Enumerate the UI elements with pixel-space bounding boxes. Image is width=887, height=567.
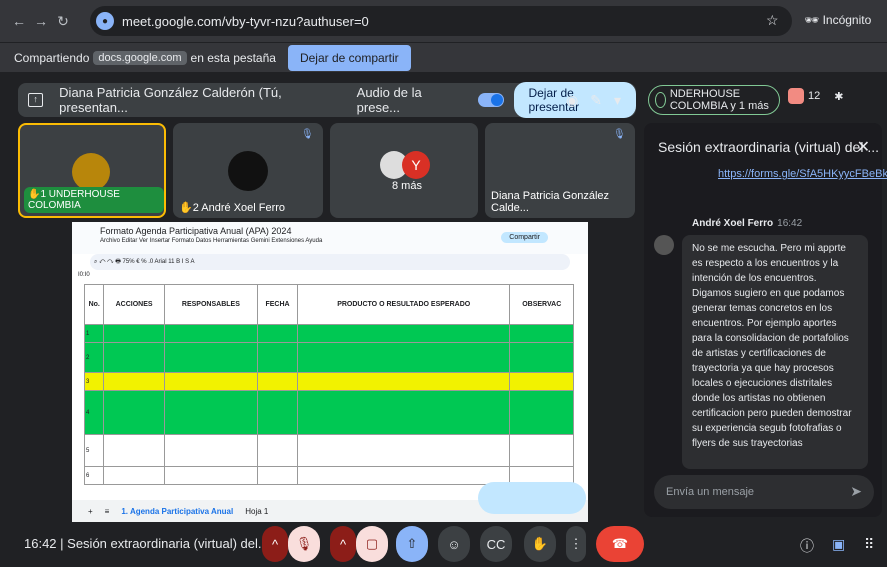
row-no: 3 <box>83 372 105 391</box>
sheet-table: No. ACCIONES RESPONSABLES FECHA PRODUCTO… <box>83 284 574 485</box>
emoji-button[interactable]: ☺ <box>438 526 470 562</box>
hand-icon <box>655 92 666 108</box>
tab-agenda[interactable]: 1. Agenda Participativa Anual <box>121 507 233 516</box>
camera-options-button[interactable]: ^ <box>330 526 356 562</box>
audio-label: Audio de la prese... <box>356 85 422 115</box>
hand-badge: ✋1 UNDERHOUSE COLOMBIA <box>24 187 164 213</box>
sheet-menu: Archivo Editar Ver Insertar Formato Dato… <box>100 238 323 244</box>
share-suffix: en esta pestaña <box>190 50 276 65</box>
avatar-y: Y <box>402 151 430 179</box>
header-observ: OBSERVAC <box>509 284 574 325</box>
add-sheet-icon[interactable]: + <box>88 507 93 516</box>
camera-toggle-button[interactable]: ▢ <box>356 526 388 562</box>
forward-icon[interactable]: → <box>30 13 52 29</box>
header-responsables: RESPONSABLES <box>163 284 259 325</box>
more-options-button[interactable]: ⋮ <box>566 526 586 562</box>
more-count: 8 más <box>392 180 422 192</box>
form-link[interactable]: https://forms.gle/SfA5HKyycFBeBkgm6 <box>718 167 887 181</box>
tile-underhouse[interactable]: ✋1 UNDERHOUSE COLOMBIA <box>18 123 166 218</box>
chat-icon[interactable]: ▣ <box>832 536 845 553</box>
row-no: 4 <box>83 390 105 435</box>
chat-panel: Sesión extraordinaria (virtual) del ... … <box>644 123 887 517</box>
chat-message: No se me escucha. Pero mi apprte es resp… <box>682 235 868 469</box>
meeting-time: 16:42 | Sesión extraordinaria (virtual) … <box>24 536 269 551</box>
raise-hand-button[interactable]: ✋ <box>524 526 556 562</box>
tile-andre[interactable]: ✋2 André Xoel Ferro 🎙 <box>173 123 323 218</box>
effects-icon[interactable]: ▾ <box>614 92 621 109</box>
avatar <box>228 151 268 191</box>
mic-off-icon: 🎙 <box>301 129 314 140</box>
mic-toggle-button[interactable]: 🎙 <box>288 526 320 562</box>
tab-hoja1[interactable]: Hoja 1 <box>245 507 268 516</box>
share-domain: docs.google.com <box>93 50 187 65</box>
audio-toggle[interactable] <box>478 93 505 107</box>
header-fecha: FECHA <box>257 284 298 325</box>
tile-label: ✋2 André Xoel Ferro <box>179 202 286 214</box>
sheets-list-icon[interactable]: ≡ <box>105 507 110 516</box>
sheet-title: Formato Agenda Participativa Anual (APA)… <box>100 226 292 236</box>
sheet-floating-controls[interactable] <box>478 482 586 514</box>
header-acciones: ACCIONES <box>103 284 165 325</box>
record-icon[interactable]: ◉ <box>566 92 578 109</box>
tile-diana[interactable]: Diana Patricia González Calde... 🎙 <box>485 123 635 218</box>
info-icon[interactable]: ⓘ <box>800 536 814 556</box>
back-icon[interactable]: ← <box>8 13 30 29</box>
mic-options-button[interactable]: ^ <box>262 526 288 562</box>
header-no: No. <box>83 284 105 325</box>
apps-icon[interactable]: ⠿ <box>864 536 874 553</box>
participant-count[interactable]: 12 ✱ <box>788 88 843 104</box>
presenting-bar: ↑ Diana Patricia González Calderón (Tú, … <box>18 82 636 118</box>
share-bar: Compartiendo docs.google.com en esta pes… <box>0 42 887 72</box>
message-input[interactable]: Envía un mensaje ➤ <box>654 475 874 509</box>
more-icon[interactable]: ✱ <box>834 90 843 103</box>
message-sender: André Xoel Ferro 16:42 <box>692 218 803 229</box>
close-icon[interactable]: ✕ <box>857 137 870 157</box>
send-icon[interactable]: ➤ <box>850 483 862 500</box>
group-label: NDERHOUSE COLOMBIA y 1 más <box>669 88 769 112</box>
participants-icon <box>788 88 804 104</box>
reload-icon[interactable]: ↻ <box>52 13 74 30</box>
star-icon[interactable]: ☆ <box>766 12 779 29</box>
presenter-name: Diana Patricia González Calderón (Tú, pr… <box>59 85 282 115</box>
row-no: 2 <box>83 342 105 373</box>
address-bar[interactable]: ● meet.google.com/vby-tyvr-nzu?authuser=… <box>90 6 792 36</box>
row-no: 6 <box>83 466 105 485</box>
captions-button[interactable]: CC <box>480 526 512 562</box>
tile-more[interactable]: Y 8 más <box>330 123 478 218</box>
tile-label: Diana Patricia González Calde... <box>491 190 610 214</box>
sheet-header: Formato Agenda Participativa Anual (APA)… <box>72 222 588 254</box>
mic-off-icon: 🎙 <box>613 129 626 140</box>
stop-sharing-button[interactable]: Dejar de compartir <box>287 44 411 71</box>
incognito-badge[interactable]: 🕶 Incógnito <box>804 13 871 27</box>
present-icon: ↑ <box>28 93 44 107</box>
top-icons: ◉ ✎ ▾ <box>566 92 621 109</box>
header-producto: PRODUCTO O RESULTADO ESPERADO <box>296 284 511 325</box>
shared-sheet[interactable]: Formato Agenda Participativa Anual (APA)… <box>72 222 588 522</box>
site-icon: ● <box>96 12 114 30</box>
present-button[interactable]: ⇧ <box>396 526 428 562</box>
avatar <box>72 153 110 191</box>
chat-title: Sesión extraordinaria (virtual) del ... <box>658 139 879 155</box>
share-prefix: Compartiendo <box>14 50 90 65</box>
cell-ref: I0:I0 <box>78 272 90 278</box>
share-button[interactable]: Compartir <box>501 232 548 243</box>
edit-icon[interactable]: ✎ <box>590 92 602 109</box>
url-text: meet.google.com/vby-tyvr-nzu?authuser=0 <box>122 13 369 29</box>
row-no: 5 <box>83 434 105 467</box>
row-no: 1 <box>83 324 105 343</box>
sheet-toolbar: ⌕ ↶ ↷ 🖶 75% € % .0 Arial 11 B I S A <box>90 254 570 270</box>
group-chip[interactable]: NDERHOUSE COLOMBIA y 1 más <box>648 85 780 115</box>
leave-call-button[interactable]: ☎ <box>596 526 644 562</box>
avatar <box>654 235 674 255</box>
